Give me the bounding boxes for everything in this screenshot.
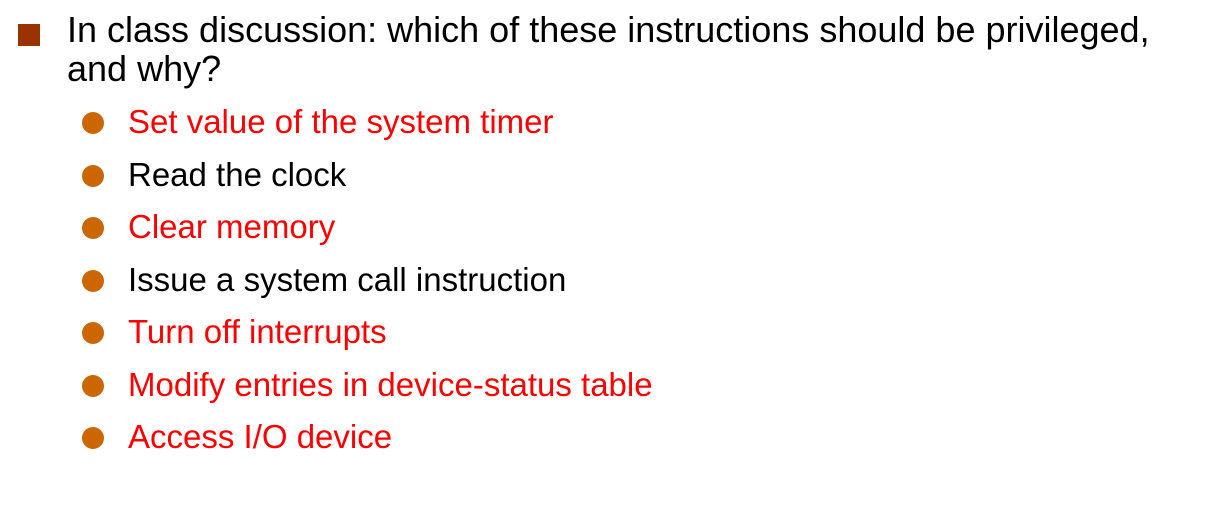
list-item-text: Set value of the system timer [128, 103, 554, 140]
circle-bullet-icon [82, 427, 104, 449]
slide: In class discussion: which of these inst… [0, 0, 1215, 520]
list-item-text: Turn off interrupts [128, 313, 387, 350]
circle-bullet-icon [82, 217, 104, 239]
list-item-text: Read the clock [128, 155, 347, 193]
circle-bullet-icon [82, 374, 104, 397]
circle-bullet-icon [82, 112, 104, 134]
list-item-text: Clear memory [128, 208, 336, 245]
square-bullet-icon [18, 24, 40, 46]
circle-bullet-icon [82, 164, 104, 187]
list-item-text: Access I/O device [128, 418, 393, 455]
list-item-text: Issue a system call instruction [128, 260, 567, 298]
circle-bullet-icon [82, 269, 104, 292]
main-bullet-text: In class discussion: which of these inst… [67, 9, 1150, 89]
list-item-text: Modify entries in device-status table [128, 365, 653, 403]
circle-bullet-icon [82, 322, 104, 344]
